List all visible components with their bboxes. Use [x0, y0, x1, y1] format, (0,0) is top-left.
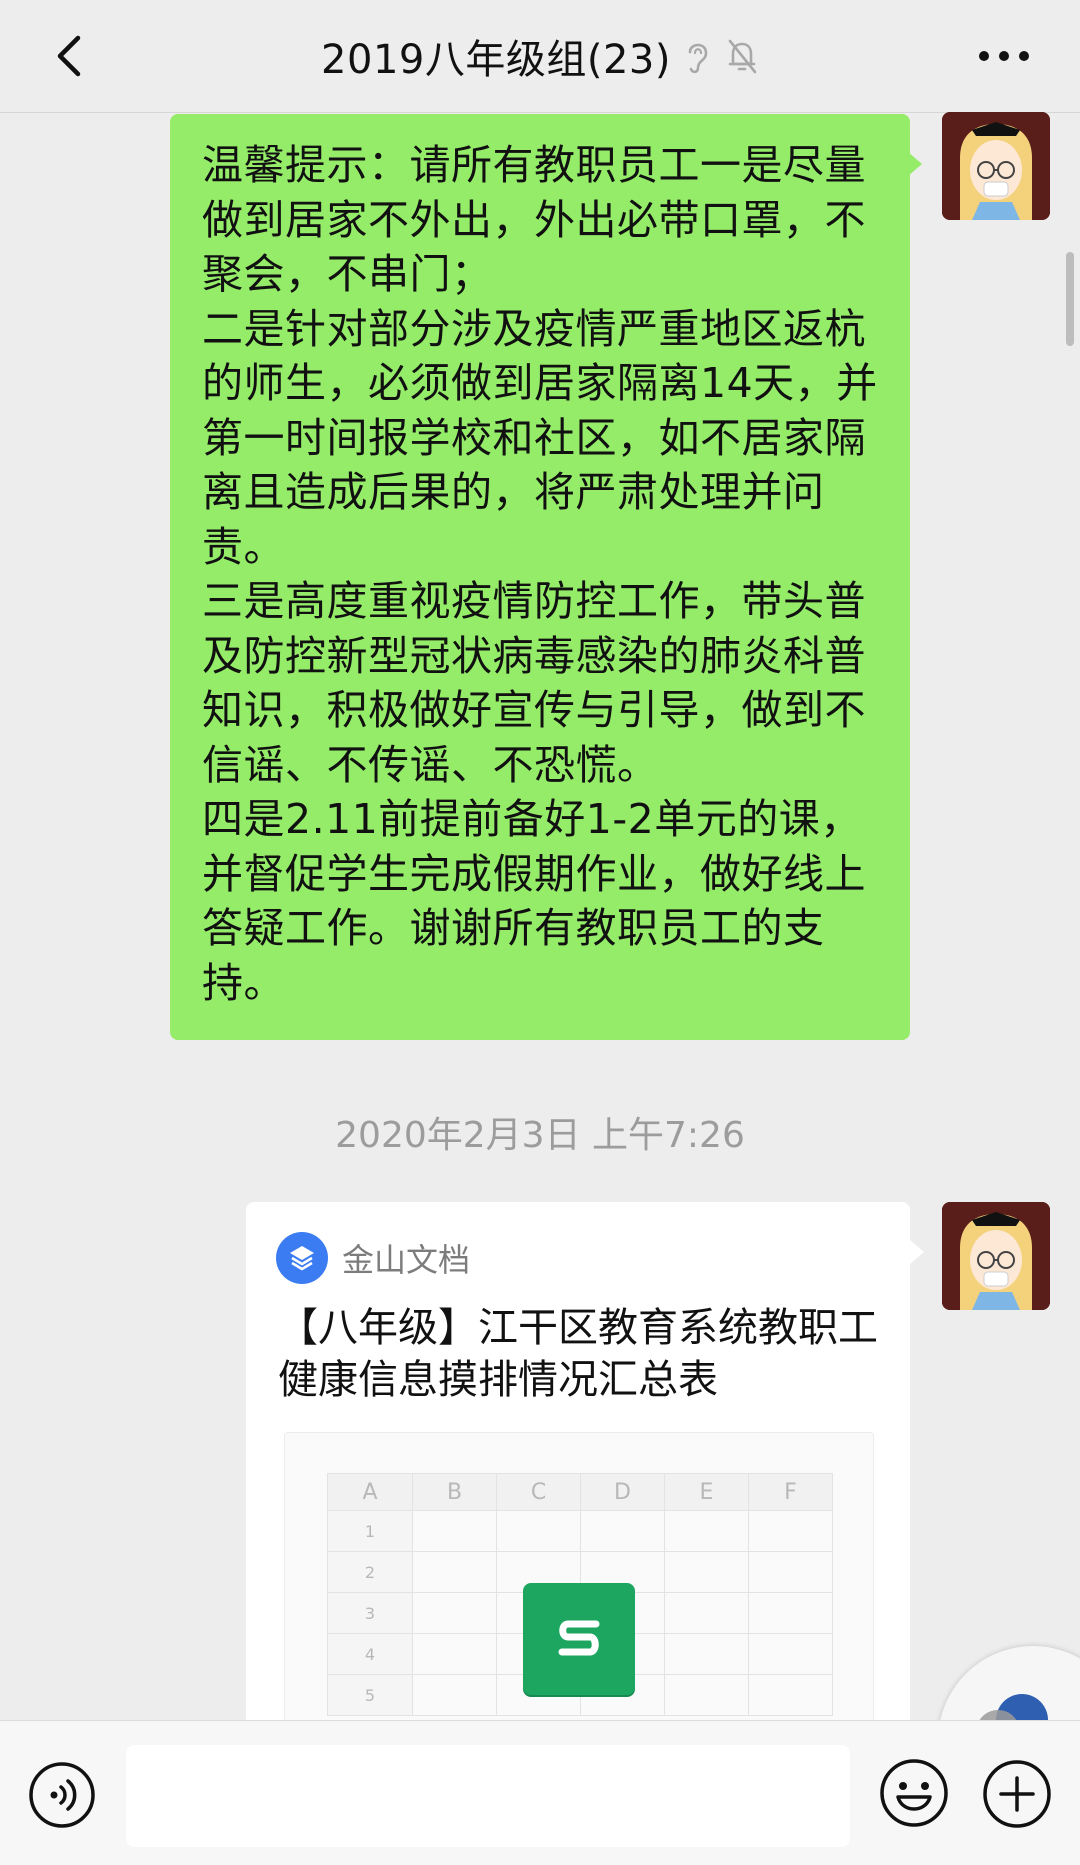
spreadsheet-app-icon [523, 1583, 635, 1695]
chat-title: 2019八年级组(23) [321, 37, 671, 83]
column-header: B [412, 1473, 497, 1511]
avatar-illustration [942, 112, 1050, 220]
spreadsheet-preview: A B C D E F 1 2 3 4 5 [284, 1432, 874, 1762]
row-header: 1 [327, 1510, 413, 1552]
message-timestamp: 2020年2月3日 上午7:26 [335, 1115, 745, 1156]
card-title: 【八年级】江干区教育系统教职工健康信息摸排情况汇总表 [278, 1305, 878, 1403]
scrollbar-thumb[interactable] [1066, 252, 1074, 346]
mute-bell-icon [728, 39, 757, 74]
title-group: 2019八年级组(23) [321, 27, 759, 85]
card-bubble-tail [910, 1240, 924, 1264]
plus-more-icon[interactable] [982, 1759, 1052, 1829]
row-header: 2 [327, 1551, 413, 1593]
emoji-icon[interactable] [878, 1757, 950, 1829]
message-input[interactable] [126, 1745, 850, 1847]
row-header: 3 [327, 1592, 413, 1634]
sender-avatar[interactable] [942, 1202, 1050, 1310]
avatar-illustration [942, 1202, 1050, 1310]
kingsoft-docs-logo-icon [276, 1232, 328, 1284]
shared-document-card[interactable]: 金山文档 【八年级】江干区教育系统教职工健康信息摸排情况汇总表 A B C D … [246, 1202, 910, 1762]
message-bubble-text[interactable]: 温馨提示：请所有教职员工一是尽量做到居家不外出，外出必带口罩，不聚会，不串门； … [170, 114, 922, 1040]
chat-input-bar [0, 1720, 1080, 1865]
message-text: 温馨提示：请所有教职员工一是尽量做到居家不外出，外出必带口罩，不聚会，不串门； … [202, 141, 878, 1007]
row-header: 4 [327, 1633, 413, 1675]
chat-header: 2019八年级组(23) [0, 0, 1080, 113]
sender-avatar[interactable] [942, 112, 1050, 220]
ear-icon [688, 43, 708, 74]
row-header: 5 [327, 1674, 413, 1716]
column-header: A [327, 1473, 413, 1511]
column-header: C [496, 1473, 581, 1511]
back-arrow-icon[interactable] [44, 28, 100, 84]
more-options-icon[interactable] [972, 36, 1036, 76]
card-source: 金山文档 [276, 1232, 470, 1284]
voice-input-icon[interactable] [28, 1761, 96, 1829]
column-header: F [748, 1473, 833, 1511]
column-header: D [580, 1473, 665, 1511]
card-source-name: 金山文档 [342, 1241, 471, 1279]
column-header: E [664, 1473, 749, 1511]
